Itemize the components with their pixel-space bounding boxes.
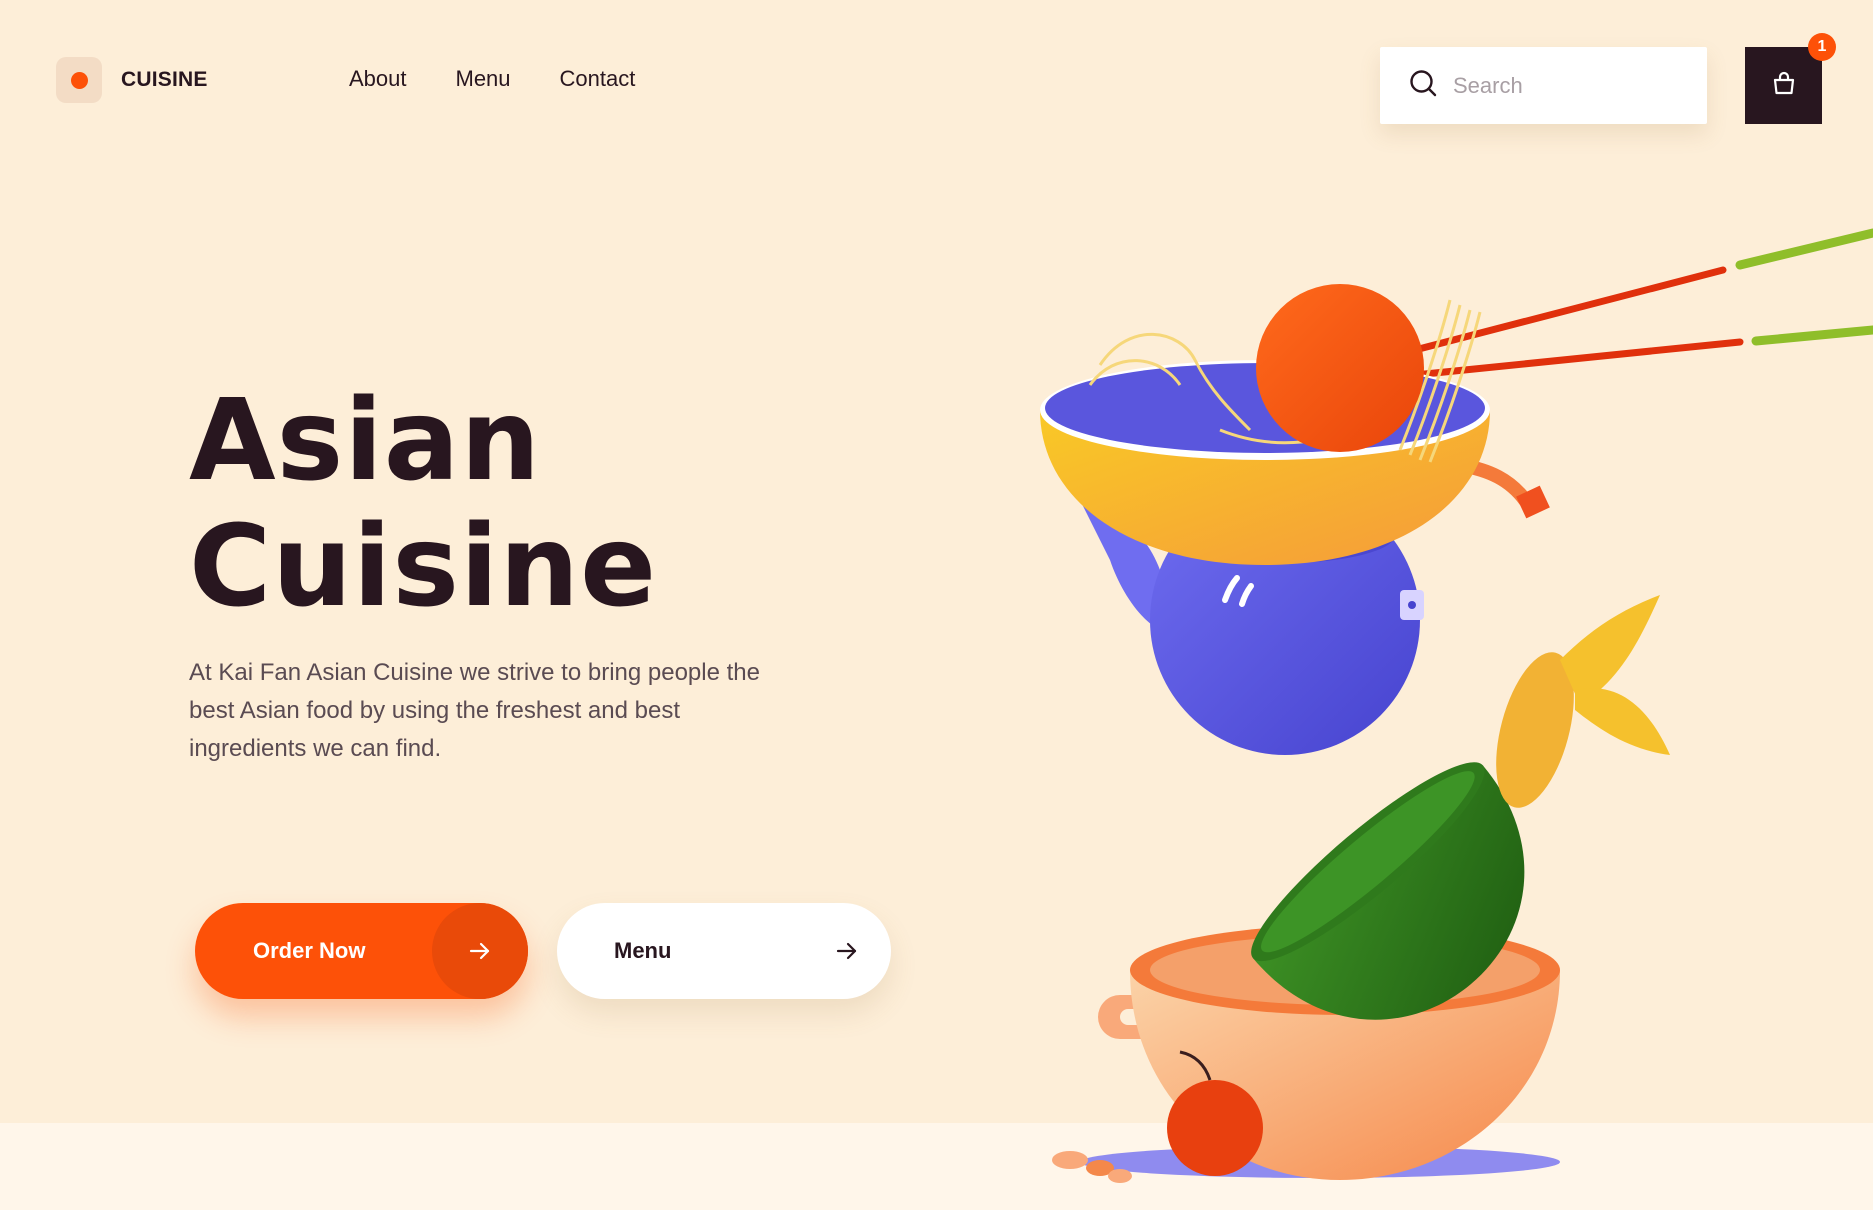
chopsticks-icon (1411, 228, 1873, 379)
cart-count-badge: 1 (1808, 33, 1836, 61)
hero-title-line1: Asian (189, 376, 542, 506)
logo-icon (56, 57, 102, 103)
order-now-label: Order Now (253, 938, 366, 963)
brand-logo[interactable]: CUISINE (56, 57, 208, 103)
search-box[interactable] (1380, 47, 1707, 124)
landing-page: CUISINE About Menu Contact 1 Asian Cuisi… (0, 0, 1873, 1210)
menu-button-label: Menu (614, 938, 672, 963)
nav-about[interactable]: About (349, 66, 407, 92)
hero-title-line2: Cuisine (189, 502, 658, 632)
hero-title: Asian Cuisine (189, 378, 657, 630)
orange-ball-icon (1256, 284, 1424, 452)
food-stack-illustration (1040, 228, 1873, 1183)
logo-dot-icon (70, 71, 88, 89)
main-nav: About Menu Contact (349, 66, 684, 92)
nav-menu[interactable]: Menu (456, 66, 511, 92)
shopping-bag-icon (1771, 70, 1797, 101)
search-icon (1409, 69, 1437, 102)
arrow-right-icon (833, 937, 861, 965)
menu-button[interactable]: Menu (557, 903, 891, 999)
brand-name: CUISINE (121, 68, 208, 91)
cart-button[interactable]: 1 (1745, 33, 1836, 124)
arrow-right-icon (432, 903, 528, 999)
order-now-button[interactable]: Order Now (195, 903, 528, 999)
nav-contact[interactable]: Contact (560, 66, 636, 92)
corn-icon (1496, 595, 1670, 808)
hero-description: At Kai Fan Asian Cuisine we strive to br… (189, 659, 760, 762)
search-input[interactable] (1451, 71, 1695, 100)
